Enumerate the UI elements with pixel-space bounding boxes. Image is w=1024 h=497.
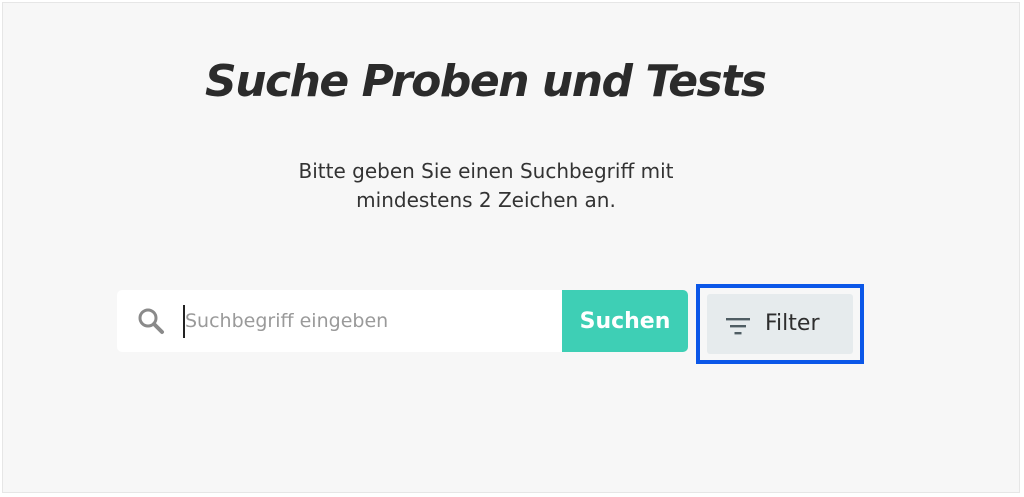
search-button[interactable]: Suchen bbox=[562, 290, 688, 352]
filter-icon bbox=[726, 316, 750, 335]
search-instructions: Bitte geben Sie einen Suchbegriff mit mi… bbox=[236, 157, 736, 215]
filter-button[interactable]: Filter bbox=[707, 294, 853, 354]
search-input[interactable] bbox=[183, 302, 543, 340]
instruction-line-2: mindestens 2 Zeichen an. bbox=[356, 188, 616, 212]
page-title: Suche Proben und Tests bbox=[205, 56, 767, 107]
instruction-line-1: Bitte geben Sie einen Suchbegriff mit bbox=[298, 159, 674, 183]
text-cursor bbox=[183, 305, 185, 338]
filter-button-label: Filter bbox=[765, 311, 820, 336]
search-icon bbox=[137, 307, 165, 335]
